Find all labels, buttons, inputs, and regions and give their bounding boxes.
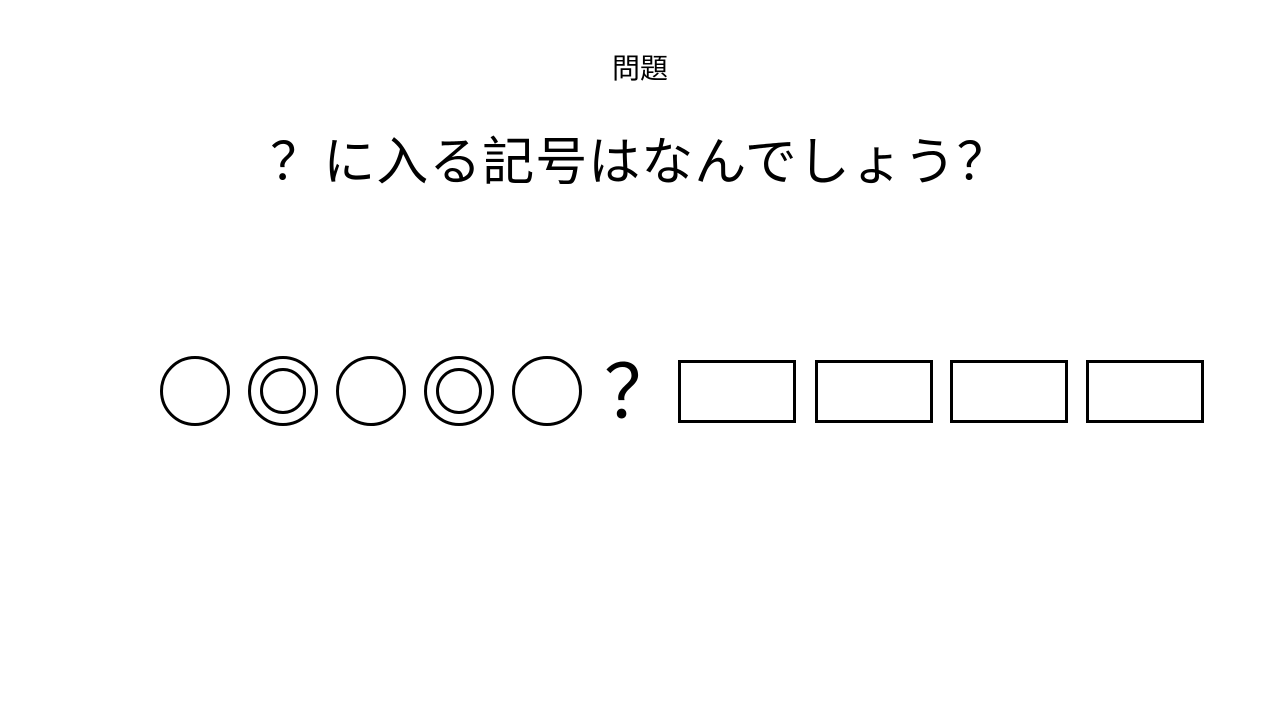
- rectangle-icon: [950, 360, 1068, 423]
- circle-icon: [512, 356, 582, 426]
- circle-icon: [336, 356, 406, 426]
- circle-icon: [160, 356, 230, 426]
- rectangle-icon: [1086, 360, 1204, 423]
- question-text: ？に入る記号はなんでしょう？: [270, 133, 1010, 193]
- rectangle-icon: [815, 360, 933, 423]
- double-circle-icon: [248, 356, 318, 426]
- rectangle-icon: [678, 360, 796, 423]
- double-circle-icon: [424, 356, 494, 426]
- question-mark: ？: [604, 350, 678, 436]
- slide-heading: 問題: [611, 52, 668, 85]
- double-circle-inner-ring: [260, 368, 306, 414]
- slide: 問題 ？に入る記号はなんでしょう？ ？: [0, 0, 1280, 720]
- symbol-sequence: ？: [0, 340, 1280, 440]
- double-circle-inner-ring: [436, 368, 482, 414]
